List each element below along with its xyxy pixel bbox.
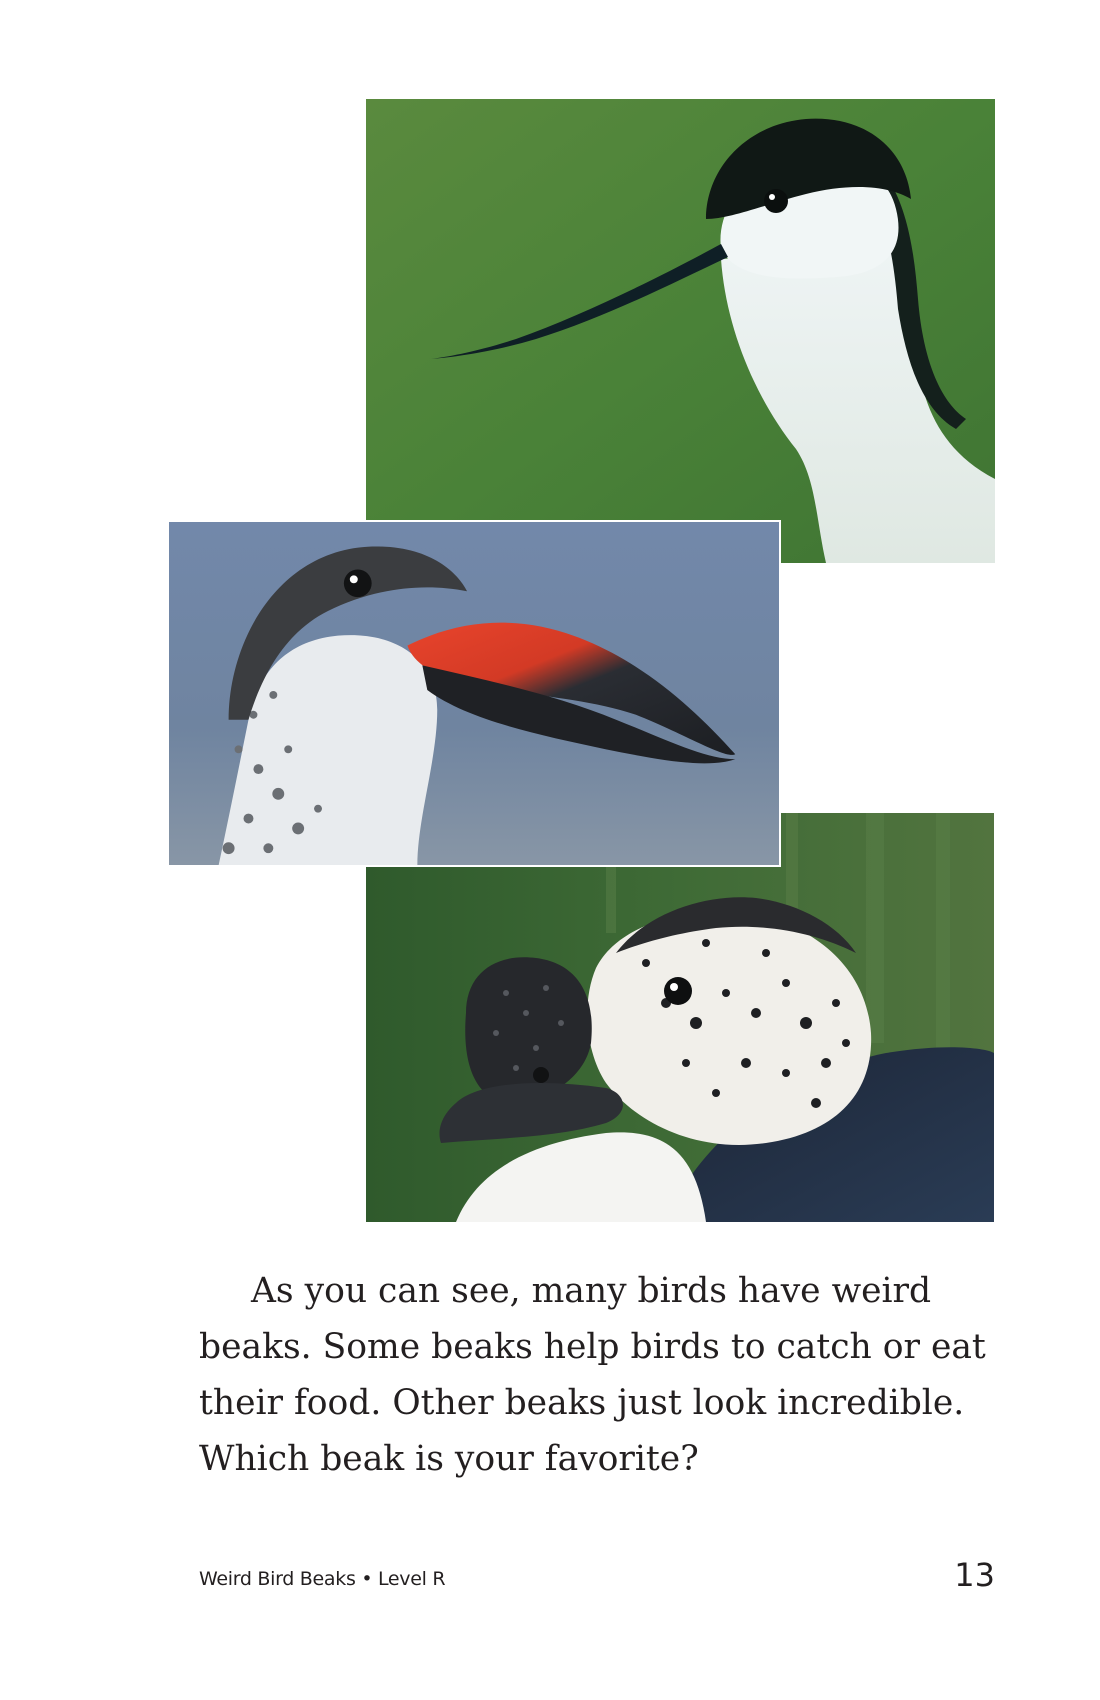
body-line: As you can see, many birds have weird: [251, 1271, 932, 1311]
body-line: Which beak is your favorite?: [199, 1439, 699, 1479]
comb-duck-photo: [366, 813, 994, 1222]
page-number: 13: [954, 1556, 995, 1594]
body-paragraph: As you can see, many birds have weird be…: [199, 1263, 986, 1487]
body-line: their food. Other beaks just look incred…: [199, 1383, 965, 1423]
avocet-photo: [366, 99, 995, 563]
body-line: beaks. Some beaks help birds to catch or…: [199, 1327, 986, 1367]
footer-book-title: Weird Bird Beaks • Level R: [199, 1568, 446, 1590]
skimmer-photo: [167, 520, 781, 867]
